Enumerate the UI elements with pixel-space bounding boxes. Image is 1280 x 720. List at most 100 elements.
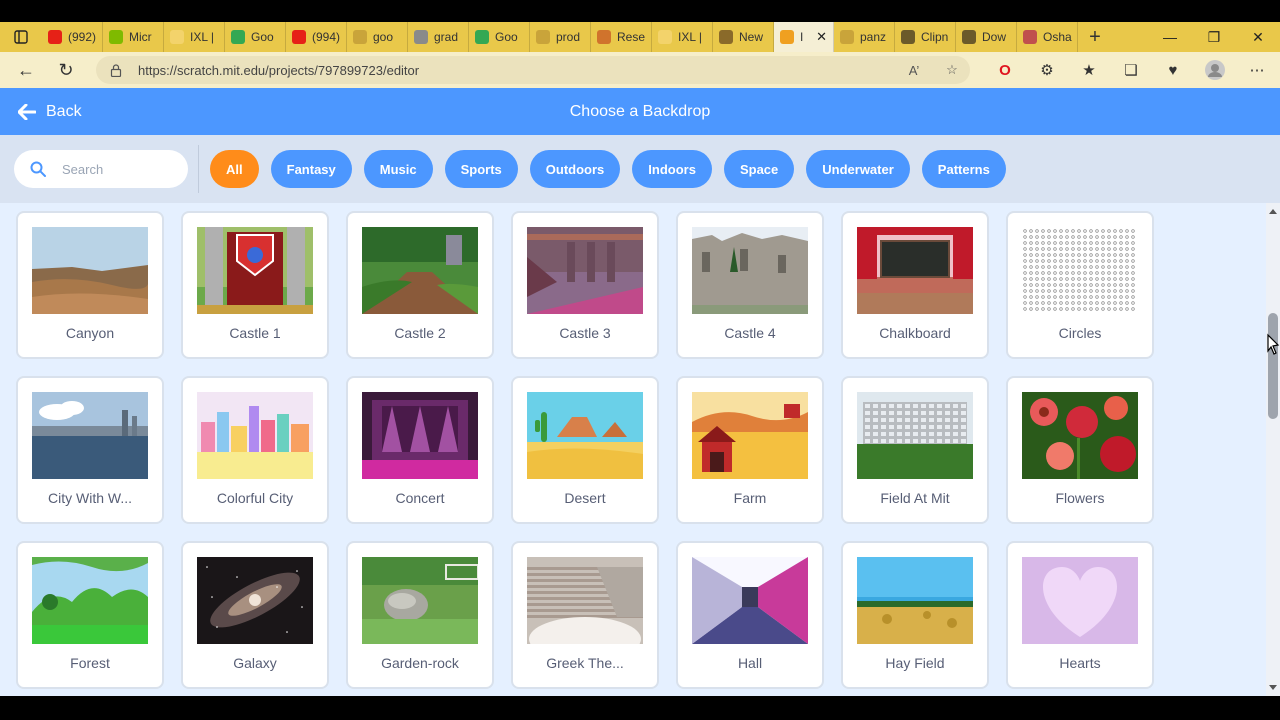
backdrop-name: Canyon: [65, 325, 115, 341]
filter-indoors[interactable]: Indoors: [632, 150, 712, 188]
favorite-add-icon[interactable]: ☆: [938, 56, 966, 84]
close-window-icon[interactable]: ✕: [1236, 22, 1280, 52]
browser-tab[interactable]: Rese: [591, 22, 652, 52]
filter-sports[interactable]: Sports: [444, 150, 518, 188]
filter-fantasy[interactable]: Fantasy: [270, 150, 352, 188]
address-bar-row: ← ↻ https://scratch.mit.edu/projects/797…: [0, 52, 1280, 88]
new-tab-button[interactable]: +: [1078, 22, 1112, 52]
browser-tab[interactable]: grad: [408, 22, 469, 52]
page-title: Choose a Backdrop: [569, 102, 711, 120]
tab-label: Dow: [982, 30, 1007, 44]
browser-tab[interactable]: Micr: [103, 22, 164, 52]
backdrop-card[interactable]: Hearts: [1006, 541, 1154, 689]
backdrop-card[interactable]: Colorful City: [181, 376, 329, 524]
minimize-icon[interactable]: —: [1148, 22, 1192, 52]
backdrop-card[interactable]: Garden-rock: [346, 541, 494, 689]
close-tab-icon[interactable]: ✕: [816, 29, 827, 45]
browser-tab[interactable]: І ✕: [774, 22, 834, 52]
backdrop-card[interactable]: Hall: [676, 541, 824, 689]
browser-tab[interactable]: Osha: [1017, 22, 1078, 52]
url-field[interactable]: https://scratch.mit.edu/projects/7978997…: [96, 56, 970, 84]
back-arrow-icon[interactable]: ←: [6, 52, 46, 88]
browser-tab[interactable]: IXL |: [164, 22, 225, 52]
backdrop-thumbnail: [1022, 392, 1138, 479]
tab-label: І: [800, 30, 804, 44]
profile-avatar[interactable]: [1194, 52, 1236, 88]
backdrop-card[interactable]: City With W...: [16, 376, 164, 524]
browser-tab[interactable]: panz: [834, 22, 895, 52]
tab-favicon-icon: [962, 30, 976, 44]
backdrop-card[interactable]: Concert: [346, 376, 494, 524]
browser-tab[interactable]: goo: [347, 22, 408, 52]
scroll-up-icon[interactable]: [1269, 209, 1277, 214]
search-input[interactable]: Search: [14, 150, 188, 188]
tab-favicon-icon: [414, 30, 428, 44]
opera-icon[interactable]: O: [984, 52, 1026, 88]
browser-tab[interactable]: (992): [42, 22, 103, 52]
browser-tab[interactable]: Goo: [469, 22, 530, 52]
backdrop-card[interactable]: Flowers: [1006, 376, 1154, 524]
browser-tab[interactable]: Clipn: [895, 22, 956, 52]
scrollbar[interactable]: [1266, 203, 1280, 696]
tab-actions-icon[interactable]: [0, 22, 42, 52]
scroll-down-icon[interactable]: [1269, 685, 1277, 690]
backdrop-name: Garden-rock: [381, 655, 459, 671]
backdrop-card[interactable]: Chalkboard: [841, 211, 989, 359]
tab-favicon-icon: [536, 30, 550, 44]
backdrop-card[interactable]: Castle 1: [181, 211, 329, 359]
restore-icon[interactable]: ❐: [1192, 22, 1236, 52]
tab-label: Goo: [495, 30, 518, 44]
tab-strip: (992) Micr IXL | Goo (994) goo grad Goo prod Res…: [0, 22, 1280, 52]
divider: [198, 145, 199, 193]
backdrop-card[interactable]: Greek The...: [511, 541, 659, 689]
browser-tab[interactable]: prod: [530, 22, 591, 52]
filter-underwater[interactable]: Underwater: [806, 150, 910, 188]
heart-icon[interactable]: ♥: [1152, 52, 1194, 88]
tab-label: panz: [860, 30, 887, 44]
backdrop-card[interactable]: Forest: [16, 541, 164, 689]
backdrop-name: City With W...: [48, 490, 132, 506]
library-header: Back Choose a Backdrop: [0, 88, 1280, 135]
collections-icon[interactable]: ❏: [1110, 52, 1152, 88]
backdrop-name: Hall: [737, 655, 763, 671]
tab-label: Rese: [617, 30, 646, 44]
backdrop-card[interactable]: Circles: [1006, 211, 1154, 359]
url-text: https://scratch.mit.edu/projects/7978997…: [138, 62, 420, 78]
browser-window: (992) Micr IXL | Goo (994) goo grad Goo prod Res…: [0, 22, 1280, 696]
backdrop-card[interactable]: Farm: [676, 376, 824, 524]
tab-favicon-icon: [475, 30, 489, 44]
backdrop-thumbnail: [32, 557, 148, 644]
read-aloud-icon[interactable]: A’: [900, 56, 928, 84]
tab-label: grad: [434, 30, 459, 44]
filter-patterns[interactable]: Patterns: [921, 150, 1006, 188]
backdrop-thumbnail: [362, 392, 478, 479]
browser-tab[interactable]: IXL |: [652, 22, 713, 52]
tab-label: (994): [312, 30, 341, 44]
browser-tab[interactable]: Goo: [225, 22, 286, 52]
favorites-icon[interactable]: ★: [1068, 52, 1110, 88]
backdrop-card[interactable]: Castle 2: [346, 211, 494, 359]
filter-space[interactable]: Space: [723, 150, 795, 188]
filter-outdoors[interactable]: Outdoors: [529, 150, 621, 188]
backdrop-card[interactable]: Field At Mit: [841, 376, 989, 524]
backdrop-card[interactable]: Castle 3: [511, 211, 659, 359]
browser-tab[interactable]: New: [713, 22, 774, 52]
tab-label: IXL |: [678, 30, 703, 44]
backdrop-card[interactable]: Galaxy: [181, 541, 329, 689]
backdrop-thumbnail: [197, 392, 313, 479]
backdrop-card[interactable]: Canyon: [16, 211, 164, 359]
refresh-icon[interactable]: ↻: [46, 52, 86, 88]
backdrop-card[interactable]: Castle 4: [676, 211, 824, 359]
browser-tab[interactable]: Dow: [956, 22, 1017, 52]
more-menu-icon[interactable]: ⋯: [1236, 52, 1278, 88]
browser-tab[interactable]: (994): [286, 22, 347, 52]
filter-music[interactable]: Music: [363, 150, 433, 188]
backdrop-name: Concert: [395, 490, 445, 506]
tab-label: Osha: [1043, 30, 1072, 44]
backdrop-card[interactable]: Hay Field: [841, 541, 989, 689]
backdrop-thumbnail: [857, 392, 973, 479]
backdrop-name: Castle 1: [229, 325, 281, 341]
backdrop-card[interactable]: Desert: [511, 376, 659, 524]
extensions-icon[interactable]: ⚙: [1026, 52, 1068, 88]
filter-all[interactable]: All: [210, 150, 259, 188]
